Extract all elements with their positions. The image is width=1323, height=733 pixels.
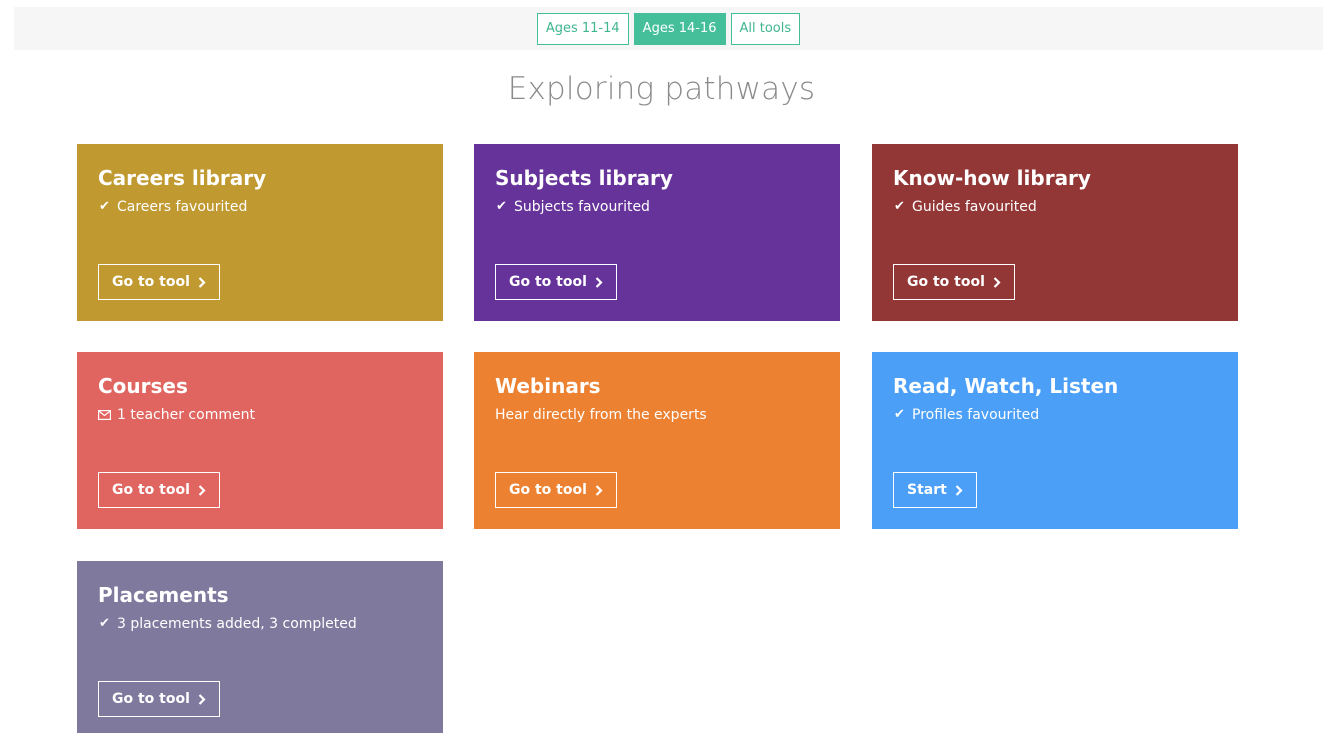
- chevron-right-icon: [993, 276, 1001, 288]
- card-status-text: Guides favourited: [912, 199, 1037, 215]
- chevron-right-icon: [955, 484, 963, 496]
- card-status-text: Hear directly from the experts: [495, 407, 707, 423]
- card-subjects-library: Subjects library ✔ Subjects favourited G…: [474, 144, 840, 321]
- card-title: Read, Watch, Listen: [893, 374, 1119, 398]
- chevron-right-icon: [595, 484, 603, 496]
- go-to-tool-button[interactable]: Go to tool: [98, 681, 220, 717]
- envelope-icon: [98, 410, 111, 420]
- age-filter-bar: Ages 11-14 Ages 14-16 All tools: [14, 7, 1323, 50]
- button-label: Go to tool: [112, 482, 190, 498]
- card-status: 1 teacher comment: [98, 405, 422, 425]
- card-status-text: Careers favourited: [117, 199, 248, 215]
- filter-all-tools[interactable]: All tools: [730, 12, 801, 45]
- button-label: Go to tool: [509, 482, 587, 498]
- check-icon: ✔: [99, 199, 110, 214]
- page-title: Exploring pathways: [507, 71, 816, 107]
- chevron-right-icon: [595, 276, 603, 288]
- chevron-right-icon: [198, 484, 206, 496]
- card-status-text: 3 placements added, 3 completed: [117, 616, 357, 632]
- check-icon: ✔: [894, 407, 905, 422]
- card-title: Placements: [98, 583, 229, 607]
- card-read-watch-listen: Read, Watch, Listen ✔ Profiles favourite…: [872, 352, 1238, 529]
- filter-ages-11-14[interactable]: Ages 11-14: [536, 12, 629, 45]
- go-to-tool-button[interactable]: Go to tool: [495, 472, 617, 508]
- card-status: ✔ 3 placements added, 3 completed: [98, 614, 422, 634]
- check-icon: ✔: [894, 199, 905, 214]
- card-status: ✔ Profiles favourited: [893, 405, 1217, 425]
- card-status-text: Subjects favourited: [514, 199, 650, 215]
- card-webinars: Webinars Hear directly from the experts …: [474, 352, 840, 529]
- card-status: ✔ Guides favourited: [893, 197, 1217, 217]
- filter-ages-14-16[interactable]: Ages 14-16: [633, 12, 726, 45]
- chevron-right-icon: [198, 693, 206, 705]
- go-to-tool-button[interactable]: Go to tool: [98, 472, 220, 508]
- card-status: ✔ Careers favourited: [98, 197, 422, 217]
- card-status: Hear directly from the experts: [495, 405, 819, 425]
- check-icon: ✔: [496, 199, 507, 214]
- button-label: Go to tool: [112, 691, 190, 707]
- card-status-text: 1 teacher comment: [117, 407, 255, 423]
- card-status-text: Profiles favourited: [912, 407, 1040, 423]
- card-status: ✔ Subjects favourited: [495, 197, 819, 217]
- card-title: Careers library: [98, 166, 267, 190]
- button-label: Go to tool: [509, 274, 587, 290]
- card-title: Subjects library: [495, 166, 673, 190]
- go-to-tool-button[interactable]: Go to tool: [98, 264, 220, 300]
- card-title: Webinars: [495, 374, 601, 398]
- card-know-how-library: Know-how library ✔ Guides favourited Go …: [872, 144, 1238, 321]
- button-label: Go to tool: [112, 274, 190, 290]
- card-title: Know-how library: [893, 166, 1091, 190]
- button-label: Go to tool: [907, 274, 985, 290]
- card-placements: Placements ✔ 3 placements added, 3 compl…: [77, 561, 443, 733]
- go-to-tool-button[interactable]: Go to tool: [893, 264, 1015, 300]
- card-courses: Courses 1 teacher comment Go to tool: [77, 352, 443, 529]
- button-label: Start: [907, 482, 947, 498]
- chevron-right-icon: [198, 276, 206, 288]
- card-careers-library: Careers library ✔ Careers favourited Go …: [77, 144, 443, 321]
- check-icon: ✔: [99, 616, 110, 631]
- card-title: Courses: [98, 374, 188, 398]
- start-button[interactable]: Start: [893, 472, 977, 508]
- go-to-tool-button[interactable]: Go to tool: [495, 264, 617, 300]
